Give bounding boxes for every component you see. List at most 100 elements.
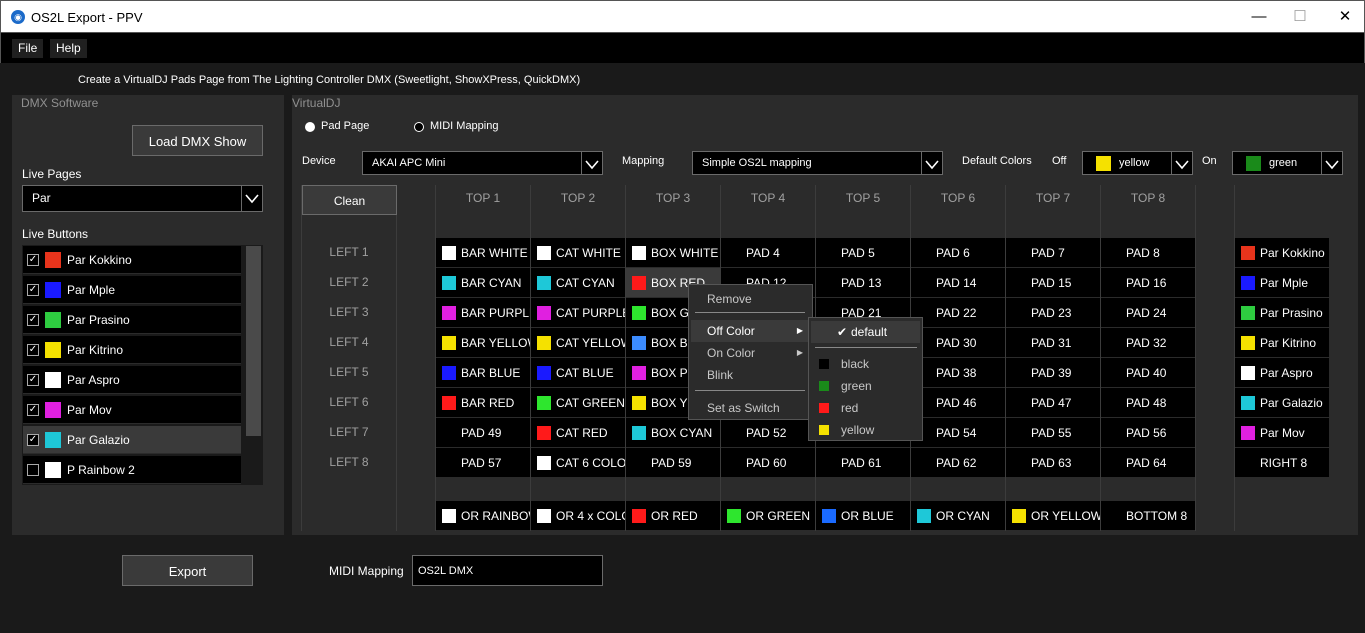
live-button-item[interactable]: P Rainbow 2 [23,456,241,484]
pad-cell[interactable]: PAD 40 [1101,358,1195,387]
menu-file[interactable]: File [12,39,44,58]
pad-cell[interactable]: BAR YELLOW [436,328,530,357]
live-button-item[interactable]: ✓ Par Aspro [23,366,241,394]
bottom-pad-cell[interactable]: OR CYAN [911,501,1005,530]
pad-cell[interactable]: PAD 48 [1101,388,1195,417]
live-button-item[interactable]: ✓ Par Prasino [23,306,241,334]
right-pad-cell[interactable]: Par Mov [1235,418,1329,447]
pad-cell[interactable]: PAD 24 [1101,298,1195,327]
pad-cell[interactable]: PAD 63 [1006,448,1100,477]
pad-cell[interactable]: BAR RED [436,388,530,417]
pad-cell[interactable]: PAD 38 [911,358,1005,387]
device-select[interactable]: AKAI APC Mini [362,151,603,175]
bottom-pad-cell[interactable]: OR YELLOW [1006,501,1100,530]
right-pad-cell[interactable]: Par Kokkino [1235,238,1329,267]
pad-cell[interactable]: PAD 49 [436,418,530,447]
pad-cell[interactable]: PAD 30 [911,328,1005,357]
mapping-select[interactable]: Simple OS2L mapping [692,151,943,175]
submenu-color-item[interactable]: green [811,375,920,397]
right-pad-cell[interactable]: Par Mple [1235,268,1329,297]
right-pad-cell[interactable]: RIGHT 8 [1235,448,1329,477]
pad-cell[interactable]: PAD 59 [626,448,720,477]
checkbox[interactable] [27,464,39,476]
live-button-item[interactable]: ✓ Par Mov [23,396,241,424]
bottom-pad-cell[interactable]: OR RED [626,501,720,530]
pad-cell[interactable]: PAD 6 [911,238,1005,267]
pad-cell[interactable]: PAD 47 [1006,388,1100,417]
pad-page-radio[interactable] [305,122,315,132]
pad-cell[interactable]: PAD 55 [1006,418,1100,447]
bottom-pad-cell[interactable]: OR GREEN [721,501,815,530]
pad-cell[interactable]: BOX CYAN [626,418,720,447]
pad-cell[interactable]: CAT GREEN [531,388,625,417]
menu-off-color[interactable]: Off Color ▶ [691,320,809,342]
chevron-down-icon[interactable] [241,186,262,211]
pad-cell[interactable]: PAD 23 [1006,298,1100,327]
off-color-select[interactable]: yellow [1082,151,1193,175]
pad-cell[interactable]: CAT BLUE [531,358,625,387]
live-button-item[interactable]: ✓ Par Kokkino [23,246,241,274]
menu-set-as-switch[interactable]: Set as Switch [691,397,809,419]
checkbox[interactable]: ✓ [27,374,39,386]
pad-cell[interactable]: BAR WHITE [436,238,530,267]
on-color-select[interactable]: green [1232,151,1343,175]
chevron-down-icon[interactable] [581,152,602,174]
live-buttons-list[interactable]: ✓ Par Kokkino ✓ Par Mple ✓ Par Prasino ✓ Par Ki… [22,245,263,485]
pad-cell[interactable]: PAD 15 [1006,268,1100,297]
bottom-pad-cell[interactable]: BOTTOM 8 [1101,501,1195,530]
live-button-item[interactable]: ✓ Par Galazio [23,426,241,454]
minimize-button[interactable]: — [1236,4,1282,30]
submenu-color-item[interactable]: yellow [811,419,920,441]
checkbox[interactable]: ✓ [27,344,39,356]
pad-cell[interactable]: BAR BLUE [436,358,530,387]
pad-cell[interactable]: PAD 8 [1101,238,1195,267]
pad-cell[interactable]: PAD 22 [911,298,1005,327]
pad-cell[interactable]: BAR PURPLE [436,298,530,327]
checkbox[interactable]: ✓ [27,254,39,266]
pad-cell[interactable]: CAT YELLOW [531,328,625,357]
pad-cell[interactable]: PAD 4 [721,238,815,267]
right-pad-cell[interactable]: Par Galazio [1235,388,1329,417]
pad-cell[interactable]: CAT PURPLE [531,298,625,327]
pad-cell[interactable]: PAD 16 [1101,268,1195,297]
clean-button[interactable]: Clean [302,185,397,215]
bottom-pad-cell[interactable]: OR 4 x COLOR [531,501,625,530]
pad-cell[interactable]: PAD 57 [436,448,530,477]
chevron-down-icon[interactable] [1321,152,1342,174]
pad-cell[interactable]: PAD 46 [911,388,1005,417]
live-buttons-scrollbar[interactable] [244,245,263,485]
right-pad-cell[interactable]: Par Prasino [1235,298,1329,327]
midi-mapping-field[interactable]: OS2L DMX [412,555,603,586]
pad-cell[interactable]: BOX WHITE [626,238,720,267]
menu-blink[interactable]: Blink [691,364,809,386]
right-pad-cell[interactable]: Par Kitrino [1235,328,1329,357]
live-button-item[interactable]: ✓ Par Kitrino [23,336,241,364]
submenu-color-item[interactable]: black [811,353,920,375]
menu-on-color[interactable]: On Color ▶ [691,342,809,364]
maximize-button[interactable]: ☐ [1277,4,1323,30]
checkbox[interactable]: ✓ [27,404,39,416]
pad-cell[interactable]: CAT RED [531,418,625,447]
pad-cell[interactable]: PAD 39 [1006,358,1100,387]
pad-cell[interactable]: PAD 14 [911,268,1005,297]
menu-remove[interactable]: Remove [691,288,809,310]
chevron-down-icon[interactable] [921,152,942,174]
pad-cell[interactable]: PAD 60 [721,448,815,477]
pad-cell[interactable]: PAD 32 [1101,328,1195,357]
load-dmx-show-button[interactable]: Load DMX Show [132,125,263,156]
pad-cell[interactable]: CAT WHITE [531,238,625,267]
bottom-pad-cell[interactable]: OR BLUE [816,501,910,530]
live-pages-select[interactable]: Par [22,185,263,212]
checkbox[interactable]: ✓ [27,434,39,446]
pad-cell[interactable]: PAD 62 [911,448,1005,477]
pad-cell[interactable]: PAD 13 [816,268,910,297]
checkbox[interactable]: ✓ [27,314,39,326]
pad-cell[interactable]: PAD 52 [721,418,815,447]
bottom-pad-cell[interactable]: OR RAINBOW [436,501,530,530]
chevron-down-icon[interactable] [1171,152,1192,174]
checkbox[interactable]: ✓ [27,284,39,296]
submenu-default[interactable]: ✔ default [811,321,920,343]
export-button[interactable]: Export [122,555,253,586]
pad-cell[interactable]: PAD 54 [911,418,1005,447]
pad-cell[interactable]: BAR CYAN [436,268,530,297]
